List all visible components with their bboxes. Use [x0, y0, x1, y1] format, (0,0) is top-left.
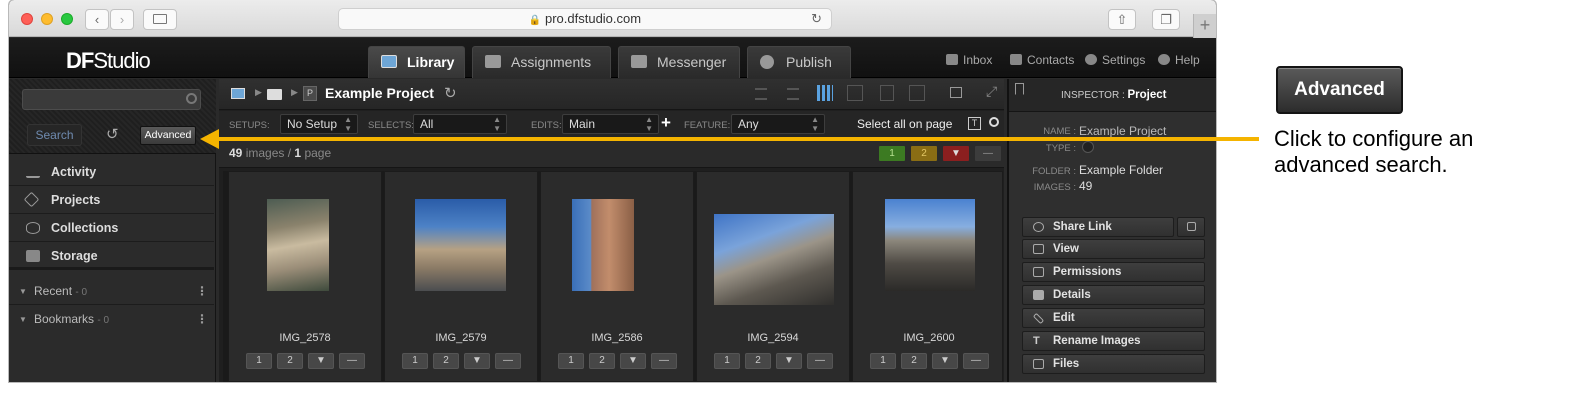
callout-advanced-button: Advanced: [1276, 66, 1403, 114]
annotation-arrow: [200, 129, 1259, 149]
callout-text: Click to configure an advanced search.: [1274, 126, 1474, 177]
arrow-head-icon: [200, 129, 219, 149]
